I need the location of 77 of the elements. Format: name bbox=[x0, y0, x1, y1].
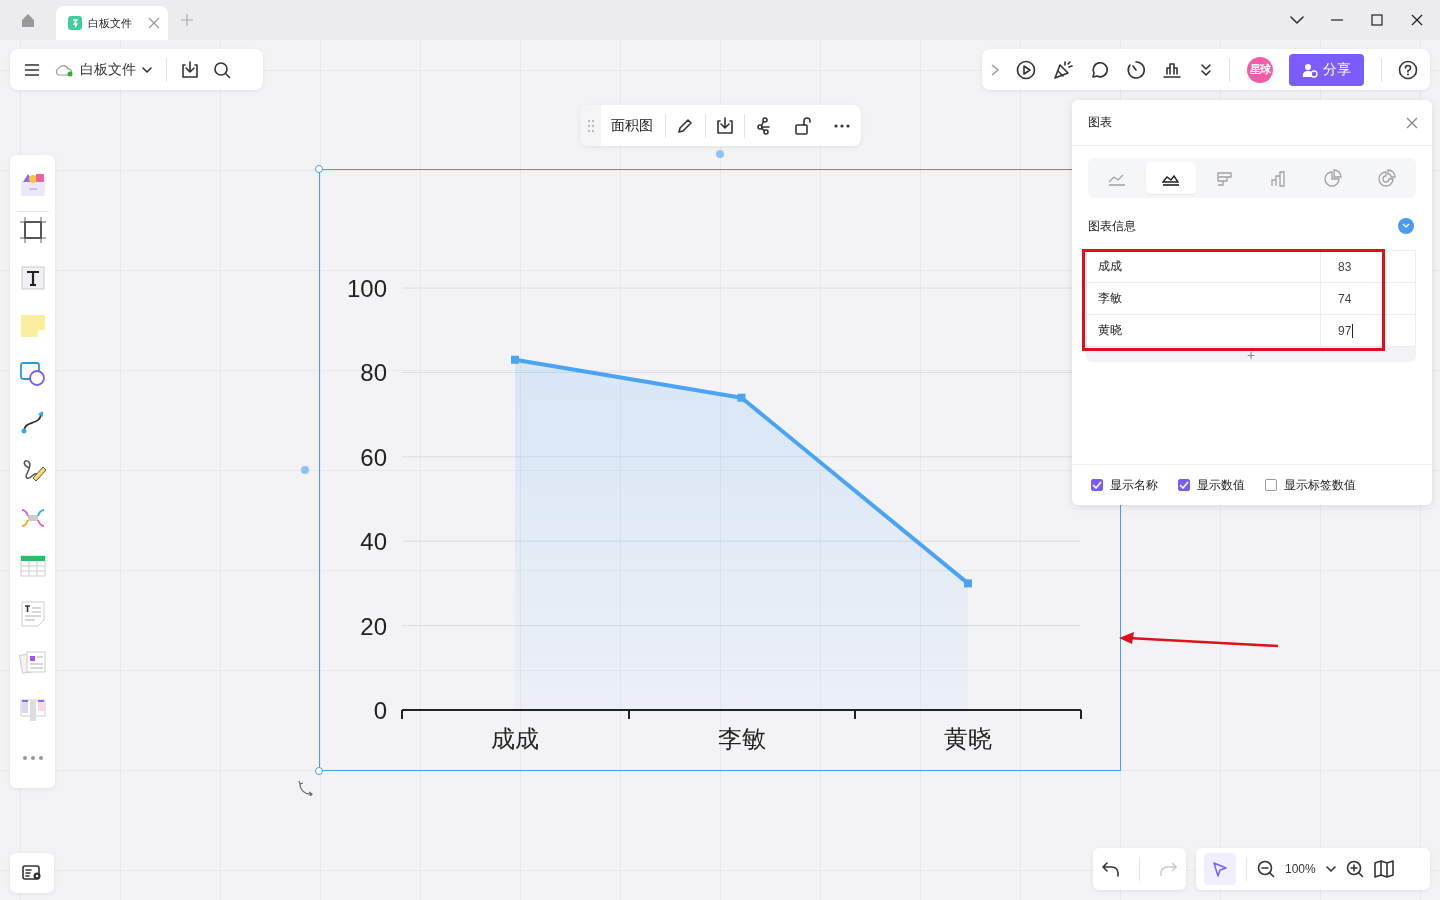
more-icon[interactable] bbox=[832, 122, 851, 129]
cloud-icon bbox=[54, 62, 74, 77]
play-icon[interactable] bbox=[1016, 59, 1037, 80]
y-tick-label: 60 bbox=[360, 443, 387, 471]
person-add-icon bbox=[1302, 61, 1319, 78]
party-popper-icon[interactable] bbox=[1052, 59, 1073, 80]
pie-chart-icon bbox=[1322, 168, 1344, 188]
series-value-cell[interactable]: 97 bbox=[1321, 315, 1385, 346]
map-location-icon[interactable] bbox=[22, 864, 42, 882]
y-tick-label: 40 bbox=[360, 528, 387, 556]
y-tick-label: 80 bbox=[360, 359, 387, 387]
checkbox[interactable] bbox=[1265, 479, 1277, 491]
pointer-icon bbox=[1212, 861, 1228, 877]
chevron-right-icon[interactable] bbox=[990, 62, 1000, 77]
y-tick-label: 0 bbox=[373, 697, 387, 724]
frame-icon[interactable] bbox=[18, 216, 47, 244]
resize-handle[interactable] bbox=[315, 165, 323, 173]
download-icon[interactable] bbox=[181, 60, 199, 79]
data-point bbox=[737, 393, 746, 402]
caret-icon[interactable] bbox=[1325, 864, 1336, 874]
series-name-cell[interactable]: 李敏 bbox=[1087, 283, 1321, 314]
chevron-down-icon bbox=[1402, 223, 1410, 229]
checkbox-label[interactable]: 显示数值 bbox=[1197, 476, 1245, 494]
y-tick-label: 20 bbox=[360, 612, 387, 640]
donut-chart-icon bbox=[1376, 168, 1398, 188]
unlock-icon[interactable] bbox=[794, 116, 813, 135]
chart-type-tab[interactable] bbox=[1146, 162, 1196, 194]
series-name-cell[interactable]: 黄晓 bbox=[1087, 315, 1321, 346]
resize-handle[interactable] bbox=[315, 767, 323, 775]
shape-icon[interactable] bbox=[18, 360, 47, 388]
chevron-down-icon[interactable] bbox=[1290, 13, 1304, 27]
double-chevron-icon[interactable] bbox=[1198, 62, 1213, 77]
zoom-percent[interactable]: 100% bbox=[1285, 862, 1316, 876]
series-value-cell[interactable]: 83 bbox=[1321, 251, 1385, 282]
data-point bbox=[511, 355, 519, 364]
table-icon[interactable] bbox=[18, 552, 47, 580]
data-point bbox=[964, 579, 972, 588]
timer-icon[interactable] bbox=[1125, 59, 1146, 80]
category-label: 李敏 bbox=[717, 725, 766, 752]
panel-title: 图表 bbox=[1088, 114, 1112, 131]
maximize-icon[interactable] bbox=[1370, 13, 1384, 27]
file-name[interactable]: 白板文件 bbox=[80, 60, 136, 79]
home-icon[interactable] bbox=[20, 12, 36, 28]
close-icon[interactable] bbox=[1410, 13, 1424, 27]
section-title: 图表信息 bbox=[1088, 217, 1136, 235]
undo-icon[interactable] bbox=[1102, 861, 1121, 877]
help-icon[interactable] bbox=[1398, 59, 1418, 80]
cards-icon[interactable] bbox=[18, 648, 47, 676]
rotate-icon[interactable] bbox=[298, 780, 314, 796]
pencil-icon[interactable] bbox=[676, 116, 695, 135]
share-button[interactable]: 分享 bbox=[1289, 53, 1365, 86]
select-tool-button[interactable] bbox=[1204, 853, 1236, 885]
download-icon[interactable] bbox=[716, 116, 734, 135]
kanban-icon[interactable] bbox=[18, 696, 47, 724]
shape-library-icon[interactable] bbox=[18, 171, 47, 199]
menu-icon[interactable] bbox=[24, 61, 40, 78]
collapse-button[interactable] bbox=[1398, 218, 1414, 234]
file-tab[interactable]: 白板文件 bbox=[56, 6, 168, 40]
category-label: 成成 bbox=[491, 725, 539, 752]
checkbox[interactable] bbox=[1178, 479, 1190, 491]
checkbox[interactable] bbox=[1091, 479, 1103, 491]
comment-icon[interactable] bbox=[1089, 59, 1110, 80]
y-tick-label: 100 bbox=[346, 275, 387, 302]
map-icon[interactable] bbox=[1373, 860, 1394, 878]
text-icon[interactable] bbox=[18, 264, 47, 292]
series-value-cell[interactable]: 74 bbox=[1321, 283, 1385, 314]
search-icon[interactable] bbox=[213, 60, 231, 79]
checkbox-label[interactable]: 显示名称 bbox=[1110, 476, 1158, 494]
zoom-in-icon[interactable] bbox=[1345, 860, 1364, 878]
whiteboard-logo-icon bbox=[68, 16, 82, 30]
category-label: 黄晓 bbox=[944, 725, 992, 752]
caret-icon[interactable] bbox=[142, 64, 152, 75]
checkbox-label[interactable]: 显示标签数值 bbox=[1284, 476, 1356, 494]
drag-handle-icon[interactable] bbox=[586, 118, 595, 133]
chart-type-label[interactable]: 面积图 bbox=[601, 116, 666, 135]
zoom-out-icon[interactable] bbox=[1257, 860, 1275, 878]
series-name-cell[interactable]: 成成 bbox=[1087, 251, 1321, 282]
